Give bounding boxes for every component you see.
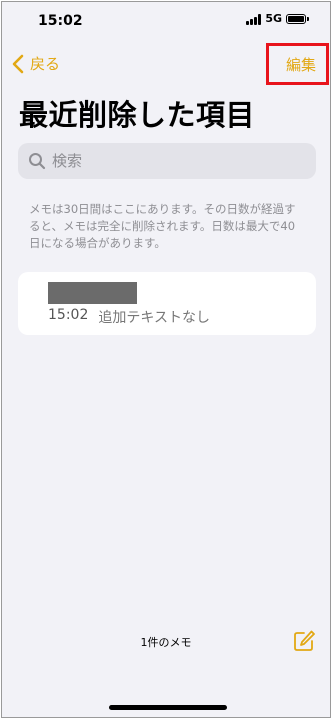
note-title-redacted: [48, 282, 137, 304]
compose-icon: [294, 630, 315, 651]
edit-button[interactable]: 編集: [286, 54, 316, 75]
search-input[interactable]: [52, 152, 282, 170]
note-list-item[interactable]: 15:02 追加テキストなし: [18, 272, 316, 335]
back-label: 戻る: [30, 55, 61, 73]
back-button[interactable]: 戻る: [12, 53, 60, 74]
page-title: 最近削除した項目: [19, 98, 256, 132]
status-time: 15:02: [38, 13, 83, 29]
phone-screen: 15:02 5G 戻る 編集 最近削除した項目 メモは30日間はここにあります。…: [1, 1, 331, 718]
note-meta: 15:02 追加テキストなし: [48, 307, 210, 327]
home-indicator: [109, 705, 227, 710]
compose-button[interactable]: [292, 629, 316, 653]
deletion-info-text: メモは30日間はここにあります。その日数が経過すると、メモは完全に削除されます。…: [29, 202, 296, 250]
note-time: 15:02: [48, 307, 89, 323]
search-bar[interactable]: [18, 143, 316, 179]
battery-icon: [286, 13, 309, 24]
status-indicators: 5G: [246, 12, 309, 25]
network-label: 5G: [265, 12, 282, 25]
search-icon: [29, 153, 46, 170]
chevron-left-icon: [12, 54, 24, 73]
signal-icon: [246, 13, 262, 25]
note-count-label: 1件のメモ: [140, 636, 192, 649]
note-preview: 追加テキストなし: [98, 310, 210, 326]
